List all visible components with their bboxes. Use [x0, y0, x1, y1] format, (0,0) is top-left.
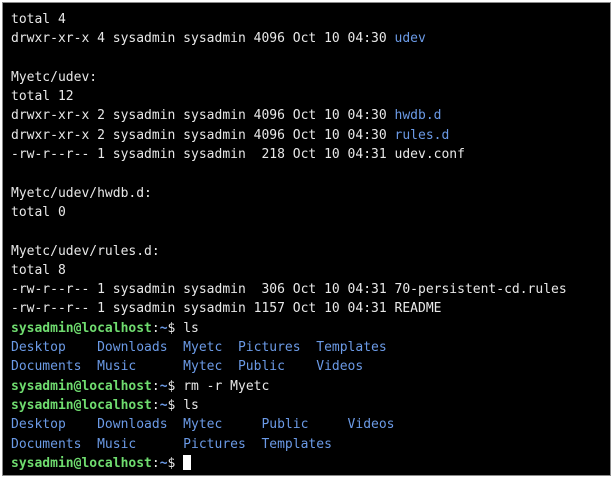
output-text: :	[151, 378, 160, 394]
output-text: $ rm -r Myetc	[167, 378, 270, 394]
terminal-line: drwxr-xr-x 2 sysadmin sysadmin 4096 Oct …	[11, 126, 567, 145]
output-text: total 0	[11, 204, 66, 220]
output-text: Myetc/udev/rules.d:	[11, 243, 160, 259]
terminal-line: Documents Music Pictures Templates	[11, 435, 567, 454]
terminal-line: total 0	[11, 203, 567, 222]
directory-name: Desktop Downloads Myetc Pictures Templat…	[11, 340, 387, 356]
directory-name: Documents Music Mytec Public Videos	[11, 359, 364, 375]
directory-name: Desktop Downloads Mytec Public Videos	[11, 417, 395, 433]
output-text: total 4	[11, 12, 66, 27]
terminal-line: -rw-r--r-- 1 sysadmin sysadmin 218 Oct 1…	[11, 145, 567, 164]
terminal-line: total 12	[11, 87, 567, 106]
output-text: total 8	[11, 262, 66, 278]
terminal-line: total 8	[11, 261, 567, 280]
output-text: $	[167, 455, 184, 471]
terminal-line: sysadmin@localhost:~$	[11, 454, 567, 473]
prompt-path: ~	[159, 320, 168, 336]
output-text: drwxr-xr-x 2 sysadmin sysadmin 4096 Oct …	[11, 127, 395, 143]
prompt-path: ~	[159, 397, 168, 413]
directory-name: hwdb.d	[394, 108, 442, 124]
prompt-path: ~	[159, 378, 168, 394]
terminal-output: total 4 drwxr-xr-x 4 sysadmin sysadmin 40…	[11, 10, 567, 473]
prompt-user-host: sysadmin@localhost	[11, 397, 152, 413]
terminal-line: sysadmin@localhost:~$ ls	[11, 319, 567, 338]
terminal-line: Desktop Downloads Mytec Public Videos	[11, 415, 567, 434]
output-text: -rw-r--r-- 1 sysadmin sysadmin 218 Oct 1…	[11, 147, 465, 163]
terminal-line: Desktop Downloads Myetc Pictures Templat…	[11, 338, 567, 357]
directory-name: Documents Music Pictures Templates	[11, 436, 332, 452]
terminal-line: drwxr-xr-x 2 sysadmin sysadmin 4096 Oct …	[11, 106, 567, 125]
directory-name: udev	[394, 31, 426, 47]
output-text: Myetc/udev/hwdb.d:	[11, 185, 152, 201]
terminal-line: -rw-r--r-- 1 sysadmin sysadmin 306 Oct 1…	[11, 280, 567, 299]
prompt-user-host: sysadmin@localhost	[11, 320, 152, 336]
output-text: total 12	[11, 89, 74, 105]
terminal-line: Myetc/udev/hwdb.d:	[11, 184, 567, 203]
output-text: drwxr-xr-x 4 sysadmin sysadmin 4096 Oct …	[11, 31, 395, 47]
terminal-line: Myetc/udev:	[11, 68, 567, 87]
output-text: drwxr-xr-x 2 sysadmin sysadmin 4096 Oct …	[11, 108, 395, 124]
terminal-line: Documents Music Mytec Public Videos	[11, 357, 567, 376]
terminal-line: drwxr-xr-x 4 sysadmin sysadmin 4096 Oct …	[11, 29, 567, 48]
output-text: :	[151, 397, 160, 413]
prompt-path: ~	[159, 455, 168, 471]
terminal-line: total 4	[11, 10, 567, 29]
terminal-line: sysadmin@localhost:~$ ls	[11, 396, 567, 415]
prompt-user-host: sysadmin@localhost	[11, 378, 152, 394]
terminal-window[interactable]: total 4 drwxr-xr-x 4 sysadmin sysadmin 40…	[2, 2, 611, 476]
output-text: $ ls	[167, 320, 199, 336]
output-text: Myetc/udev:	[11, 69, 98, 85]
text-cursor	[183, 454, 192, 470]
output-text: -rw-r--r-- 1 sysadmin sysadmin 1157 Oct …	[11, 301, 442, 317]
terminal-line: -rw-r--r-- 1 sysadmin sysadmin 1157 Oct …	[11, 299, 567, 318]
output-text: :	[151, 455, 160, 471]
prompt-user-host: sysadmin@localhost	[11, 455, 152, 471]
output-text: $ ls	[167, 397, 199, 413]
terminal-line: sysadmin@localhost:~$ rm -r Myetc	[11, 377, 567, 396]
output-text: -rw-r--r-- 1 sysadmin sysadmin 306 Oct 1…	[11, 282, 567, 298]
directory-name: rules.d	[394, 127, 450, 143]
output-text: :	[151, 320, 160, 336]
terminal-line: Myetc/udev/rules.d:	[11, 242, 567, 261]
